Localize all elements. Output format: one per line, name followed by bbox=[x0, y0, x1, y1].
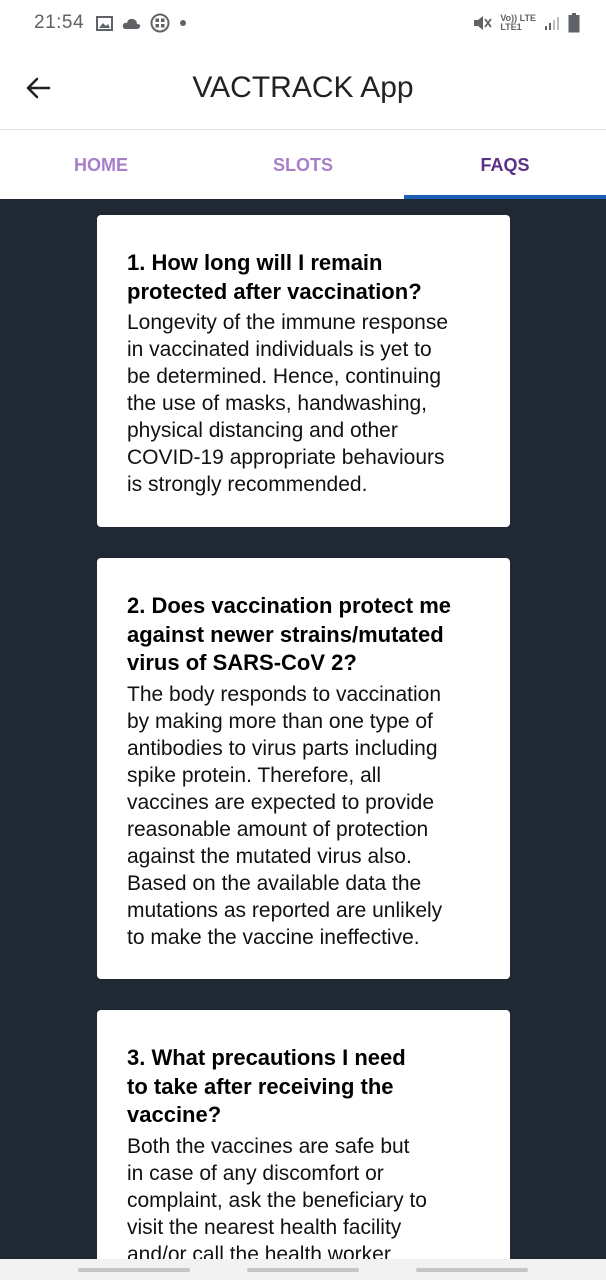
nav-home-button[interactable] bbox=[247, 1267, 359, 1272]
battery-icon bbox=[568, 13, 580, 33]
status-bar: 21:54 Vo)) LTE LTE1 bbox=[0, 0, 606, 46]
tab-slots[interactable]: SLOTS bbox=[202, 131, 404, 199]
image-icon bbox=[96, 15, 114, 31]
nav-back-button[interactable] bbox=[416, 1267, 528, 1272]
grid-app-icon bbox=[150, 13, 170, 33]
system-nav-bar bbox=[0, 1259, 606, 1280]
back-arrow-icon bbox=[26, 77, 51, 98]
faq-answer: The body responds to vaccination by maki… bbox=[127, 682, 443, 949]
back-button[interactable] bbox=[0, 46, 76, 130]
faq-question: 3. What precautions I need to take after… bbox=[127, 1045, 406, 1127]
network-indicator: Vo)) LTE LTE1 bbox=[500, 14, 536, 32]
faq-answer: Longevity of the immune response in vacc… bbox=[127, 311, 449, 496]
status-icons-right: Vo)) LTE LTE1 bbox=[472, 13, 580, 33]
status-time: 21:54 bbox=[34, 12, 85, 33]
nav-recents-button[interactable] bbox=[78, 1267, 190, 1272]
faq-card: 3. What precautions I need to take after… bbox=[97, 1010, 510, 1259]
dot-icon bbox=[180, 20, 187, 26]
network-bottom-label: LTE1 bbox=[500, 22, 522, 32]
status-icons-left bbox=[96, 13, 187, 33]
faq-card: 2. Does vaccination protect me against n… bbox=[97, 558, 510, 979]
tab-home[interactable]: HOME bbox=[0, 131, 202, 199]
faq-question: 1. How long will I remain protected afte… bbox=[127, 250, 422, 304]
signal-icon bbox=[545, 17, 559, 30]
faq-list[interactable]: 1. How long will I remain protected afte… bbox=[0, 199, 606, 1259]
tab-bar: HOME SLOTS FAQS bbox=[0, 131, 606, 199]
cloud-icon bbox=[122, 18, 141, 29]
tab-faqs[interactable]: FAQS bbox=[404, 131, 606, 199]
faq-question: 2. Does vaccination protect me against n… bbox=[127, 593, 451, 675]
faq-answer: Both the vaccines are safe but in case o… bbox=[127, 1134, 427, 1260]
mute-icon bbox=[474, 16, 493, 30]
faq-card: 1. How long will I remain protected afte… bbox=[97, 215, 510, 527]
app-bar: VACTRACK App bbox=[0, 46, 606, 130]
app-title: VACTRACK App bbox=[192, 70, 414, 104]
